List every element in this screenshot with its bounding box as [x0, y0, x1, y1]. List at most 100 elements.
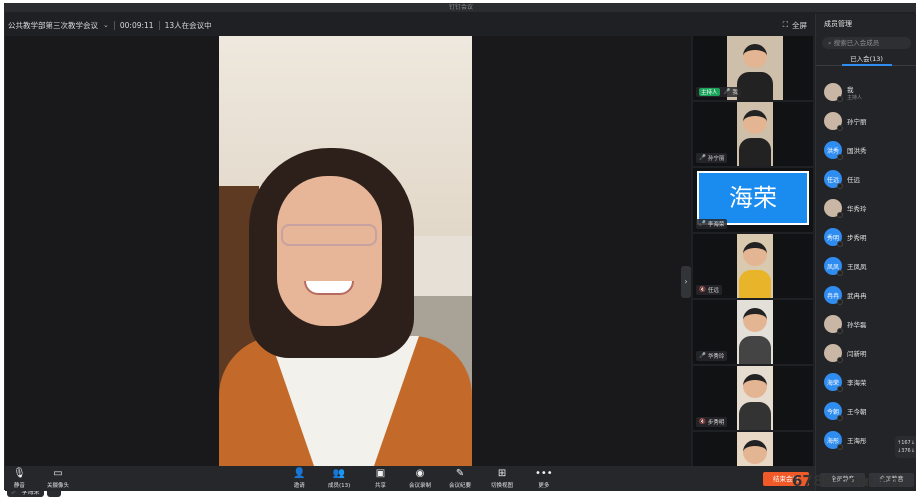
mic-status-icon	[837, 444, 843, 450]
grid-icon: ⊞	[497, 468, 507, 479]
mic-status-icon	[837, 96, 843, 102]
download-rate: ↓376↓	[897, 448, 915, 454]
tile-label: 🔇 步秀明	[696, 417, 728, 427]
mute-button[interactable]: 🎙 静音	[13, 468, 26, 489]
more-button[interactable]: ••• 更多	[535, 468, 553, 489]
camera-label: 关摄像头	[47, 483, 70, 489]
avatar: 洪秀	[824, 141, 843, 160]
participant-video	[737, 102, 773, 166]
avatar	[824, 199, 843, 218]
switch-view-button[interactable]: ⊞ 切换视图	[491, 468, 513, 489]
fullscreen-button[interactable]: ⛶ 全屏	[783, 14, 807, 36]
search-placeholder: 搜索已入会成员	[833, 39, 880, 47]
member-name: 孙宁丽	[847, 118, 867, 126]
share-screen-icon: ▣	[375, 468, 386, 479]
tile-name: 李海荣	[707, 222, 725, 228]
panel-title: 成员管理	[824, 20, 852, 28]
participant-video	[737, 432, 773, 466]
tile-label: 🎤 华秀玲	[696, 351, 728, 361]
member-row[interactable]: 我主持人	[824, 82, 862, 102]
participant-count: 13人在会议中	[164, 20, 212, 30]
speaker-face	[277, 176, 382, 326]
member-search-input[interactable]: ⌕ 搜索已入会成员	[822, 37, 911, 49]
divider	[158, 20, 160, 30]
avatar: 凤凤	[824, 257, 843, 276]
mic-icon: 🎤	[699, 221, 706, 227]
add-user-icon: 👤	[293, 468, 306, 479]
mic-status-icon	[837, 357, 843, 363]
chevron-down-icon[interactable]: ⌄	[103, 21, 109, 29]
member-name: 王今朝	[847, 408, 867, 416]
member-row[interactable]: 孙华磊	[824, 314, 867, 334]
participant-tile[interactable]: 🔇 步秀明	[693, 366, 813, 430]
participant-tile[interactable]: 🎤 孙宁丽	[693, 102, 813, 166]
member-row[interactable]: 任远 任远	[824, 169, 860, 189]
member-row[interactable]: 冉冉 武冉冉	[824, 285, 867, 305]
minutes-button[interactable]: ✎ 会议纪要	[449, 468, 471, 489]
tile-label: 🔇 任远	[696, 285, 722, 295]
mic-status-icon	[837, 154, 843, 160]
member-row[interactable]: 今朝 王今朝	[824, 401, 867, 421]
mic-status-icon	[837, 125, 843, 131]
record-icon: ◉	[415, 468, 425, 479]
participant-tiles: 主持人 🎤 我 🎤 孙宁丽 海荣 🎤 李海荣 🔇 任远 🎤 华秀玲 🔇 步秀明	[691, 36, 815, 466]
participant-tile[interactable]	[693, 432, 813, 466]
member-row[interactable]: 洪秀 国洪秀	[824, 140, 867, 160]
member-row[interactable]: 闫新明	[824, 343, 867, 363]
members-label: 成员(13)	[328, 483, 351, 489]
tile-label: 🎤 孙宁丽	[696, 153, 728, 163]
minutes-label: 会议纪要	[449, 483, 472, 489]
participant-tile[interactable]: 海荣 🎤 李海荣	[693, 168, 813, 232]
member-name: 国洪秀	[847, 147, 867, 155]
tab-joined[interactable]: 已入会(13)	[816, 52, 916, 66]
network-stats: ↑167↓ ↓376↓	[895, 436, 916, 458]
avatar	[824, 315, 843, 334]
mic-status-icon	[837, 415, 843, 421]
speaker-smile	[304, 281, 354, 295]
participant-tile[interactable]: 🎤 华秀玲	[693, 300, 813, 364]
main-stage: 🎤 李海荣 ••• ›	[5, 36, 691, 497]
member-row[interactable]: 秀明 步秀明	[824, 227, 867, 247]
tile-name: 华秀玲	[707, 354, 725, 360]
members-button[interactable]: 👥 成员(13)	[328, 468, 350, 489]
member-name: 王海彤	[847, 437, 867, 445]
fullscreen-icon: ⛶	[782, 20, 788, 29]
meeting-info-bar: 公共教学部第三次教学会议 ⌄ 00:09:11 13人在会议中	[5, 14, 815, 36]
member-name: 孙华磊	[847, 321, 867, 329]
share-button[interactable]: ▣ 共享	[375, 468, 386, 489]
member-row[interactable]: 凤凤 王凤凤	[824, 256, 867, 276]
mic-icon: 🎙	[13, 468, 26, 479]
member-name: 任远	[847, 176, 860, 184]
tile-name: 孙宁丽	[707, 156, 725, 162]
collapse-tiles-button[interactable]: ›	[681, 266, 691, 298]
avatar: 任远	[824, 170, 843, 189]
mic-status-icon	[837, 183, 843, 189]
meeting-name: 公共教学部第三次教学会议	[8, 20, 98, 30]
mic-status-icon	[837, 241, 843, 247]
meeting-window: 钉钉会议 公共教学部第三次教学会议 ⌄ 00:09:11 13人在会议中 ⛶ 全…	[4, 3, 916, 497]
tile-name: 步秀明	[707, 420, 725, 426]
mic-icon: 🎤	[699, 155, 706, 161]
main-speaker-video[interactable]	[219, 36, 472, 466]
meeting-duration: 00:09:11	[119, 20, 154, 30]
mic-status-icon	[837, 328, 843, 334]
participant-tile[interactable]: 主持人 🎤 我	[693, 36, 813, 100]
participant-tile[interactable]: 🔇 任远	[693, 234, 813, 298]
pen-icon: ✎	[455, 468, 465, 479]
host-badge: 主持人	[699, 88, 720, 96]
invite-label: 邀请	[293, 483, 305, 489]
member-row[interactable]: 华秀玲	[824, 198, 867, 218]
fullscreen-label: 全屏	[792, 20, 807, 30]
speaker-glasses	[281, 224, 377, 246]
name-card: 海荣	[697, 171, 809, 225]
member-row[interactable]: 海荣 李海荣	[824, 372, 867, 392]
participant-video	[737, 300, 773, 364]
avatar: 秀明	[824, 228, 843, 247]
participant-video	[737, 366, 773, 430]
invite-button[interactable]: 👤 邀请	[293, 468, 305, 489]
mic-icon: 🎤	[699, 353, 706, 359]
camera-button[interactable]: ▭ 关摄像头	[47, 468, 69, 489]
member-row[interactable]: 孙宁丽	[824, 111, 867, 131]
member-row[interactable]: 海彤 王海彤	[824, 430, 867, 450]
record-button[interactable]: ◉ 会议录制	[409, 468, 431, 489]
